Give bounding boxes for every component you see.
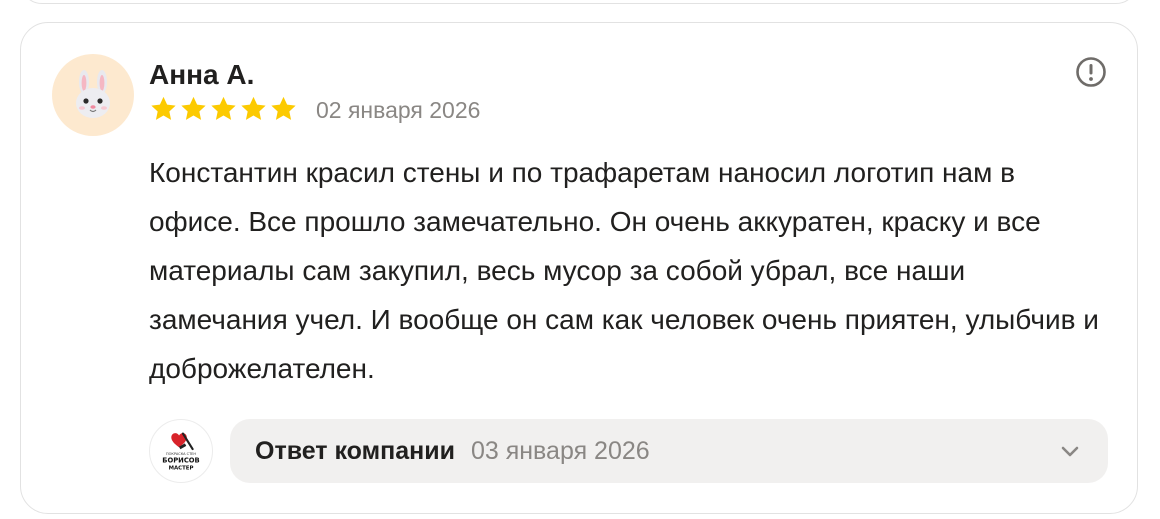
author-name[interactable]: Анна А.	[149, 59, 254, 91]
star-icon	[241, 96, 266, 120]
company-reply-date: 03 января 2026	[470, 436, 650, 465]
exclamation-circle-icon	[1076, 57, 1106, 87]
review-date: 02 января 2026	[316, 97, 481, 123]
star-icon	[181, 96, 206, 120]
star-icon	[151, 96, 176, 120]
report-button[interactable]	[1075, 56, 1107, 88]
company-reply-toggle[interactable]: Ответ компании 03 января 2026	[230, 419, 1108, 483]
chevron-down-icon	[1061, 446, 1079, 457]
previous-review-card	[20, 0, 1138, 4]
review-card: Анна А. 02 января 2026 Константин красил…	[20, 22, 1138, 514]
star-icon	[271, 96, 296, 120]
rabbit-face-icon	[76, 70, 110, 118]
rating-stars	[149, 95, 298, 123]
company-logo-name-line2: МАСТЕР	[169, 465, 194, 471]
review-text: Константин красил стены и по трафаретам …	[149, 157, 1099, 384]
company-logo-name-line1: БОРИСОВ	[162, 457, 199, 465]
company-logo-tagline: ПОКРАСКА СТЕН	[166, 452, 196, 456]
star-icon	[211, 96, 236, 120]
author-avatar[interactable]	[52, 54, 134, 136]
company-logo: ПОКРАСКА СТЕН БОРИСОВ МАСТЕР	[149, 419, 213, 483]
company-reply-label: Ответ компании	[255, 436, 455, 465]
